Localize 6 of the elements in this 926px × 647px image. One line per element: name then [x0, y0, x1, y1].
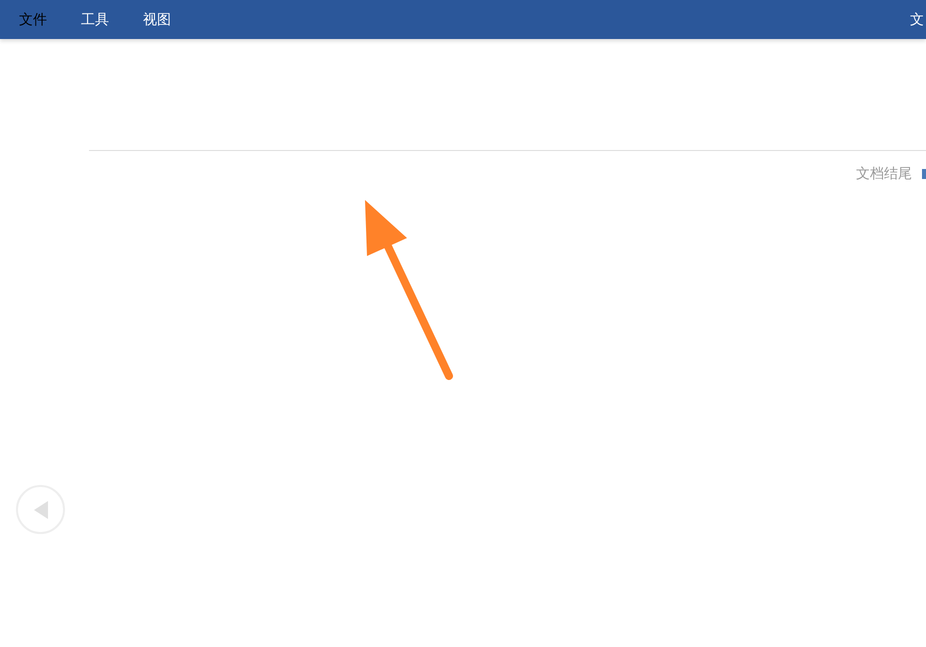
menu-item[interactable]: 工具 — [72, 10, 118, 28]
triangle-left-icon — [34, 500, 48, 518]
previous-button[interactable] — [16, 485, 65, 534]
menu-item[interactable]: 文 — [910, 10, 924, 28]
menu-item[interactable]: 视图 — [134, 10, 180, 28]
document-end-label: 文档结尾 — [856, 165, 912, 183]
